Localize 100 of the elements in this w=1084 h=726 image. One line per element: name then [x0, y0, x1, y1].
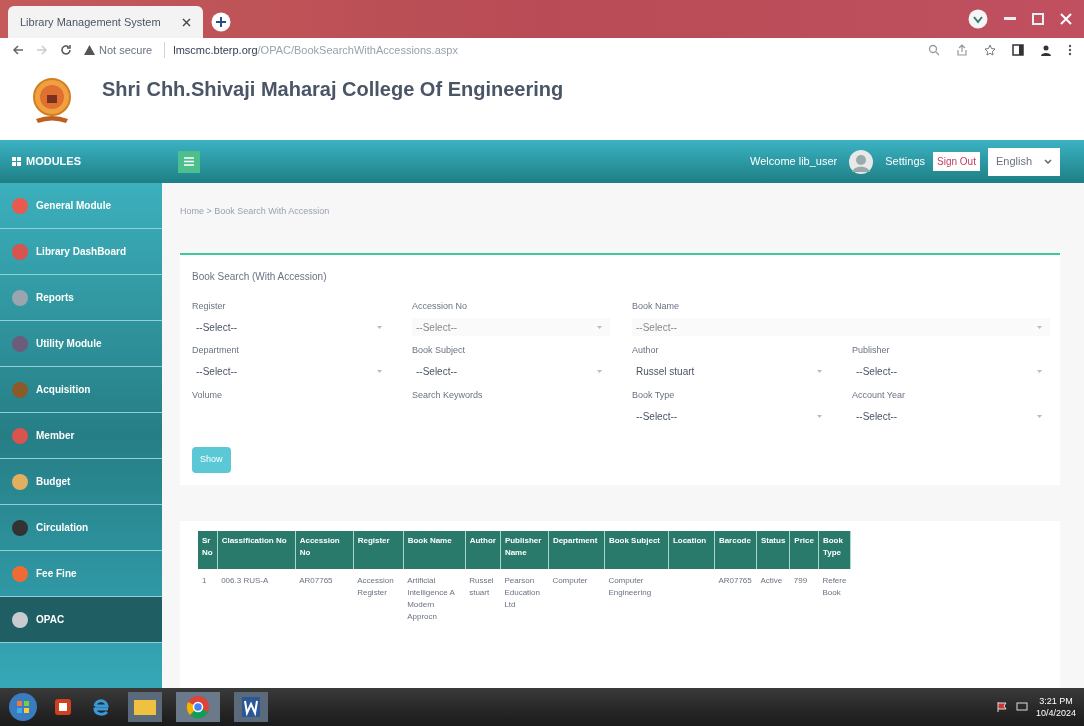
- url-field[interactable]: lmscmc.bterp.org/OPAC/BookSearchWithAccessions.aspx: [164, 41, 458, 59]
- select-field[interactable]: Russel stuart: [632, 362, 830, 381]
- menu-toggle-button[interactable]: [178, 150, 200, 173]
- column-header: Classification No: [217, 530, 296, 569]
- field-label: Register: [192, 299, 227, 313]
- star-icon[interactable]: [984, 44, 996, 56]
- settings-link[interactable]: Settings: [885, 153, 925, 170]
- sign-out-button[interactable]: Sign Out: [933, 152, 980, 171]
- field-label: Department: [192, 344, 241, 357]
- chevron-icon: [597, 325, 602, 329]
- college-name: Shri Chh.Shivaji Maharaj College Of Engineering: [102, 77, 564, 102]
- tab-title: Library Management System: [20, 14, 162, 30]
- clock-time[interactable]: 3:21 PM: [1039, 695, 1073, 707]
- select-field[interactable]: --Select--: [192, 318, 390, 336]
- start-icon[interactable]: [8, 692, 38, 722]
- sidebar-label: OPAC: [36, 613, 65, 627]
- column-header: Book Type: [818, 530, 851, 569]
- sidebar-label: Member: [36, 429, 75, 443]
- select-field[interactable]: --Select--: [852, 407, 1050, 425]
- new-tab-icon[interactable]: [211, 12, 231, 32]
- table-cell: Active: [760, 575, 783, 585]
- column-header: Book Name: [403, 530, 466, 569]
- field-label: Book Type: [632, 388, 676, 402]
- chevron-icon: [817, 414, 822, 418]
- table-cell: Accession Register: [357, 575, 394, 597]
- menu-icon: [184, 157, 194, 166]
- field-label: Volume: [192, 388, 224, 402]
- field-label: Publisher: [852, 344, 891, 357]
- table-cell: 006.3 RUS-A: [221, 575, 269, 585]
- select-field[interactable]: --Select--: [192, 362, 390, 381]
- user-icon[interactable]: [1040, 44, 1052, 56]
- sidebar-label: Acquisition: [36, 383, 91, 397]
- media-app-icon[interactable]: [52, 696, 74, 718]
- column-header: Price: [789, 530, 819, 569]
- maximize-icon[interactable]: [1032, 13, 1044, 25]
- column-header: Department: [548, 530, 605, 569]
- share-icon[interactable]: [956, 44, 968, 56]
- chrome-icon[interactable]: [176, 692, 220, 722]
- column-header: Publisher Name: [500, 530, 549, 569]
- modules-label: MODULES: [26, 154, 81, 170]
- field-label: Book Subject: [412, 344, 467, 357]
- flag-icon[interactable]: [995, 701, 1008, 713]
- sidebar-label: Reports: [36, 291, 74, 305]
- column-header: Location: [668, 530, 715, 569]
- word-icon[interactable]: [234, 692, 268, 722]
- grid-icon: [12, 156, 22, 167]
- sidebar-label: Library DashBoard: [36, 245, 127, 259]
- sidebar-label: Budget: [36, 475, 71, 489]
- column-header: Accession No: [295, 530, 354, 569]
- column-header: Status: [756, 530, 790, 569]
- close-icon[interactable]: [182, 17, 191, 27]
- select-field[interactable]: --Select--: [632, 407, 830, 425]
- chevron-icon: [377, 325, 382, 329]
- breadcrumb: Home > Book Search With Accession: [180, 205, 331, 218]
- table-cell: Refere Book: [822, 575, 847, 597]
- select-field[interactable]: --Select--: [412, 362, 610, 381]
- chevron-icon: [377, 370, 382, 373]
- field-label: Author: [632, 344, 660, 357]
- table-cell: Computer Engineering: [608, 575, 652, 597]
- chevron-icon: [1044, 159, 1052, 164]
- column-header: Register: [353, 530, 404, 569]
- field-label: Search Keywords: [412, 388, 484, 402]
- field-label: Book Name: [632, 299, 681, 313]
- chevron-icon: [1037, 370, 1042, 373]
- chevron-icon: [1037, 325, 1042, 329]
- table-cell: Computer: [552, 575, 588, 585]
- sidebar-item[interactable]: OPAC: [0, 597, 162, 643]
- menu-icon[interactable]: [1068, 44, 1072, 56]
- table-cell: 799: [793, 575, 808, 585]
- welcome-text: Welcome lib_user: [750, 154, 838, 170]
- table-cell: Artificial Intelligence A Modern Approcn: [407, 575, 455, 621]
- column-header: Book Subject: [604, 530, 669, 569]
- chevron-icon: [1037, 414, 1042, 418]
- table-cell: Pearson Education Ltd: [504, 575, 540, 609]
- column-header: Sr No: [198, 530, 218, 569]
- panel-title: Book Search (With Accession): [192, 269, 328, 284]
- table-cell: AR07765: [299, 575, 333, 585]
- back-icon[interactable]: [12, 44, 24, 56]
- sidebar-icon[interactable]: [1012, 44, 1024, 56]
- language-select[interactable]: English: [987, 147, 1060, 176]
- select-field[interactable]: --Select--: [852, 362, 1050, 381]
- field-label: Account Year: [852, 388, 907, 402]
- security-label[interactable]: Not secure: [99, 41, 153, 59]
- clock-date[interactable]: 10/4/2024: [1035, 707, 1076, 719]
- column-header: Author: [465, 530, 501, 569]
- warning-icon: [84, 45, 95, 55]
- chevron-icon: [597, 370, 602, 373]
- avatar-icon[interactable]: [849, 149, 874, 174]
- sidebar-label: Utility Module: [36, 337, 102, 351]
- minimize-icon[interactable]: [1004, 17, 1016, 21]
- reload-icon[interactable]: [60, 44, 72, 56]
- chevron-icon: [817, 370, 822, 373]
- browser-tab[interactable]: Library Management System: [8, 6, 203, 38]
- table-cell: AR07765: [718, 575, 752, 585]
- sidebar-label: General Module: [36, 199, 111, 213]
- zoom-icon[interactable]: [928, 44, 940, 56]
- college-logo-icon: [32, 77, 72, 125]
- table-cell: Russel stuart: [469, 575, 494, 597]
- folder-icon[interactable]: [128, 692, 162, 722]
- sidebar-label: Fee Fine: [36, 567, 77, 581]
